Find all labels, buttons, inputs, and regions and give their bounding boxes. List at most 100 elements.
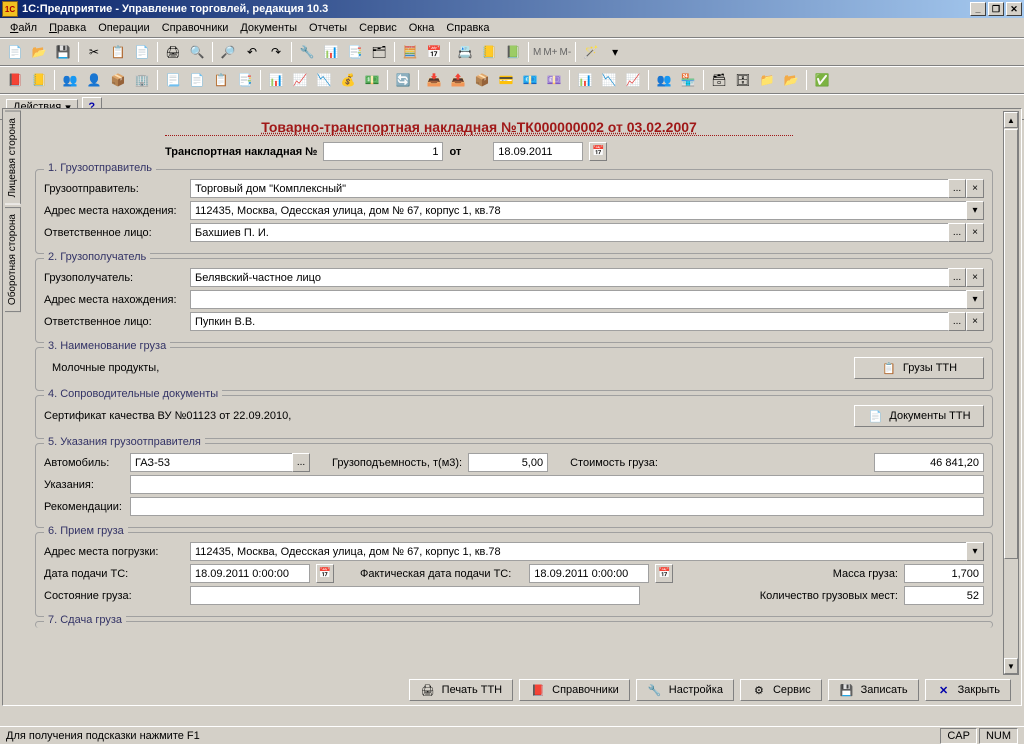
doc-icon[interactable]: 🏪 [677, 69, 699, 91]
tool-icon[interactable]: 📒 [478, 41, 500, 63]
calendar-icon[interactable]: 📅 [423, 41, 445, 63]
addr-field[interactable] [190, 290, 966, 309]
doc-icon[interactable]: 💷 [543, 69, 565, 91]
places-field[interactable]: 52 [904, 586, 984, 605]
recv-field[interactable]: Белявский-частное лицо [190, 268, 948, 287]
doc-icon[interactable]: 📉 [313, 69, 335, 91]
undo-icon[interactable]: ↶ [241, 41, 263, 63]
book-icon[interactable]: 📒 [28, 69, 50, 91]
cap-field[interactable]: 5,00 [468, 453, 548, 472]
scroll-down-icon[interactable]: ▼ [1004, 658, 1018, 674]
close-button[interactable]: ✕ [1006, 2, 1022, 16]
find-icon[interactable]: 🔎 [217, 41, 239, 63]
addr-field[interactable]: 112435, Москва, Одесская улица, дом № 67… [190, 201, 966, 220]
tool-icon[interactable]: 📊 [320, 41, 342, 63]
instr-field[interactable] [130, 475, 984, 494]
calendar-button[interactable] [316, 564, 334, 583]
close-button[interactable]: ✕Закрыть [925, 679, 1011, 701]
redo-icon[interactable]: ↷ [265, 41, 287, 63]
date2-field[interactable]: 18.09.2011 0:00:00 [529, 564, 649, 583]
doc-number-field[interactable]: 1 [323, 142, 443, 161]
doc-icon[interactable]: 💵 [361, 69, 383, 91]
doc-icon[interactable]: 💳 [495, 69, 517, 91]
scroll-thumb[interactable] [1004, 129, 1018, 559]
restore-button[interactable]: ❐ [988, 2, 1004, 16]
doc-icon[interactable]: 🔄 [392, 69, 414, 91]
refs-button[interactable]: 📕Справочники [519, 679, 630, 701]
m-plus-label[interactable]: M+ [543, 47, 557, 58]
scrollbar[interactable]: ▲ ▼ [1003, 111, 1019, 675]
menu-docs[interactable]: Документы [234, 20, 303, 36]
tool-icon[interactable]: 📑 [344, 41, 366, 63]
cargo-ttn-button[interactable]: 📋 Грузы ТТН [854, 357, 984, 379]
doc-icon[interactable]: ✅ [811, 69, 833, 91]
mass-field[interactable]: 1,700 [904, 564, 984, 583]
doc-icon[interactable]: 💰 [337, 69, 359, 91]
select-button[interactable]: ... [948, 268, 966, 287]
paste-icon[interactable]: 📄 [131, 41, 153, 63]
print-icon[interactable]: 🖨 [162, 41, 184, 63]
sender-field[interactable]: Торговый дом "Комплексный" [190, 179, 948, 198]
resp-field[interactable]: Бахшиев П. И. [190, 223, 948, 242]
doc-icon[interactable]: 🗄 [732, 69, 754, 91]
tool-icon[interactable]: 📗 [502, 41, 524, 63]
doc-icon[interactable]: 📤 [447, 69, 469, 91]
tool-icon[interactable]: 🧮 [399, 41, 421, 63]
preview-icon[interactable]: 🔍 [186, 41, 208, 63]
copy-icon[interactable]: 📋 [107, 41, 129, 63]
dropdown-button[interactable]: ▾ [966, 201, 984, 220]
clear-button[interactable]: × [966, 223, 984, 242]
print-button[interactable]: 🖨Печать ТТН [409, 679, 513, 701]
rec-field[interactable] [130, 497, 984, 516]
menu-windows[interactable]: Окна [403, 20, 441, 36]
doc-icon[interactable]: 📂 [780, 69, 802, 91]
more-icon[interactable]: ▾ [604, 41, 626, 63]
tab-back[interactable]: Оборотная сторона [5, 207, 21, 312]
open-icon[interactable]: 📂 [28, 41, 50, 63]
doc-icon[interactable]: 📃 [162, 69, 184, 91]
wizard-icon[interactable]: 🪄 [580, 41, 602, 63]
cut-icon[interactable]: ✂ [83, 41, 105, 63]
doc-icon[interactable]: 📥 [423, 69, 445, 91]
catalog-icon[interactable]: 🏢 [131, 69, 153, 91]
tool-icon[interactable]: 🔧 [296, 41, 318, 63]
minimize-button[interactable]: _ [970, 2, 986, 16]
select-button[interactable]: ... [948, 223, 966, 242]
new-icon[interactable]: 📄 [4, 41, 26, 63]
auto-field[interactable]: ГАЗ-53 [130, 453, 292, 472]
doc-icon[interactable]: 📈 [289, 69, 311, 91]
users-icon[interactable]: 👥 [59, 69, 81, 91]
catalog-icon[interactable]: 📦 [107, 69, 129, 91]
menu-file[interactable]: Файл [4, 20, 43, 36]
doc-icon[interactable]: 📋 [210, 69, 232, 91]
calendar-button[interactable] [589, 142, 607, 161]
doc-icon[interactable]: 📈 [622, 69, 644, 91]
clear-button[interactable]: × [966, 268, 984, 287]
menu-reports[interactable]: Отчеты [303, 20, 353, 36]
doc-icon[interactable]: 📦 [471, 69, 493, 91]
book-icon[interactable]: 📕 [4, 69, 26, 91]
doc-icon[interactable]: 📊 [265, 69, 287, 91]
m-minus-label[interactable]: M- [560, 47, 572, 58]
doc-date-field[interactable]: 18.09.2011 [493, 142, 583, 161]
dropdown-button[interactable]: ▾ [966, 290, 984, 309]
menu-help[interactable]: Справка [440, 20, 495, 36]
date1-field[interactable]: 18.09.2011 0:00:00 [190, 564, 310, 583]
select-button[interactable]: ... [292, 453, 310, 472]
cost-field[interactable]: 46 841,20 [874, 453, 984, 472]
setup-button[interactable]: 🔧Настройка [636, 679, 734, 701]
service-button[interactable]: ⚙Сервис [740, 679, 822, 701]
menu-ops[interactable]: Операции [92, 20, 155, 36]
doc-icon[interactable]: 💶 [519, 69, 541, 91]
clear-button[interactable]: × [966, 312, 984, 331]
doc-icon[interactable]: 📄 [186, 69, 208, 91]
scroll-up-icon[interactable]: ▲ [1004, 112, 1018, 128]
tab-front[interactable]: Лицевая сторона [5, 111, 21, 205]
menu-edit[interactable]: Правка [43, 20, 92, 36]
dropdown-button[interactable]: ▾ [966, 542, 984, 561]
tool-icon[interactable]: 📇 [454, 41, 476, 63]
calendar-button[interactable] [655, 564, 673, 583]
clear-button[interactable]: × [966, 179, 984, 198]
resp-field[interactable]: Пупкин В.В. [190, 312, 948, 331]
docs-ttn-button[interactable]: 📄 Документы ТТН [854, 405, 984, 427]
